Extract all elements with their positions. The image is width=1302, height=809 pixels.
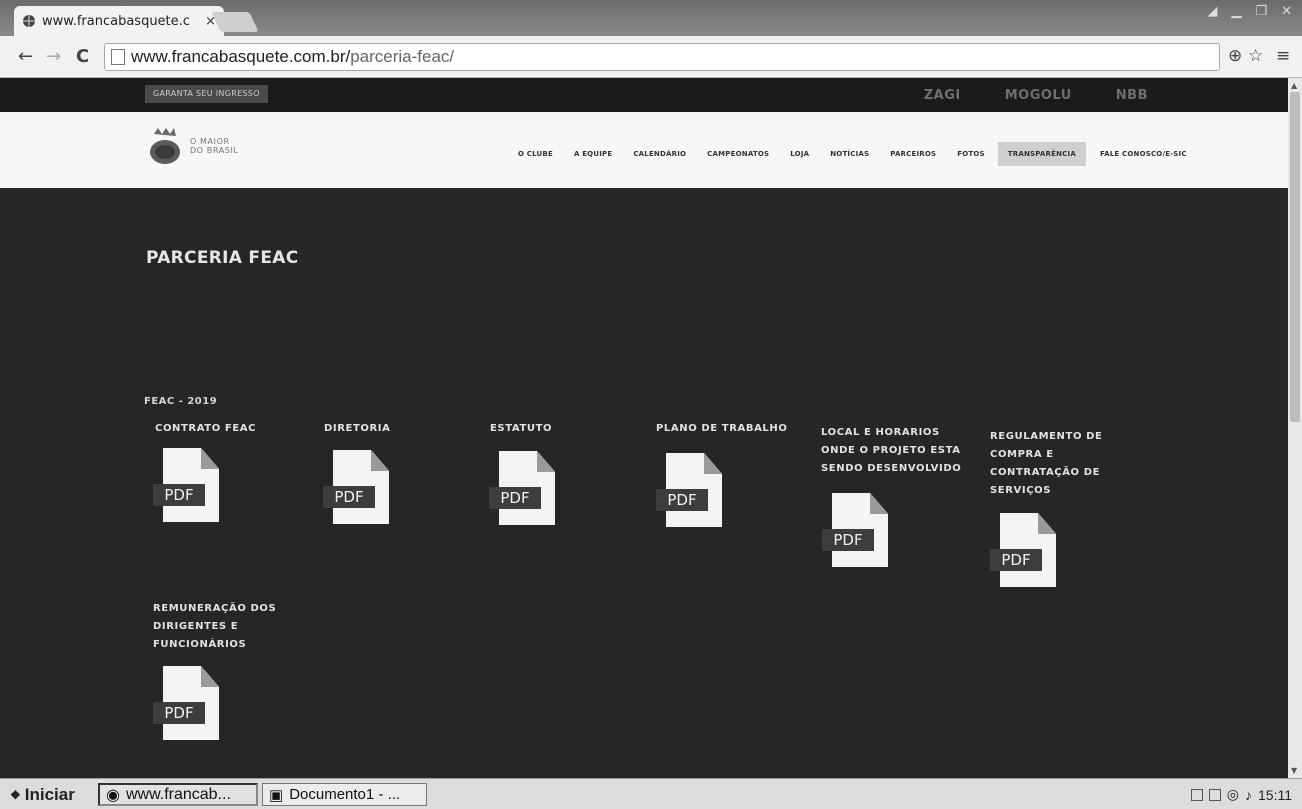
document-title[interactable]: REMUNERAÇÃO DOS DIRIGENTES E FUNCIONÁRIO… xyxy=(153,600,283,654)
logo-slogan: O MAIOR DO BRASIL xyxy=(190,137,239,155)
document-title[interactable]: DIRETORIA xyxy=(324,420,474,438)
basketball-favicon-icon xyxy=(23,15,35,27)
page-icon xyxy=(111,49,125,65)
document-title[interactable]: CONTRATO FEAC xyxy=(155,420,305,438)
section-year-label: FEAC - 2019 xyxy=(144,396,218,407)
bookmark-star-icon[interactable]: ☆ xyxy=(1248,46,1263,66)
sponsor-logo[interactable]: NBB xyxy=(1116,88,1148,103)
menu-item-fale-conosco[interactable]: FALE CONOSCO/E-SIC xyxy=(1100,150,1187,158)
tray-volume-icon[interactable]: ♪ xyxy=(1245,787,1252,803)
taskbar-item-document[interactable]: ▣ Documento1 - ... xyxy=(262,783,427,806)
browser-toolbar: ← → C www.francabasquete.com.br/parceria… xyxy=(0,36,1302,78)
menu-item-loja[interactable]: LOJA xyxy=(790,150,809,158)
menu-item-transparencia[interactable]: TRANSPARÊNCIA xyxy=(997,142,1086,166)
menu-item-noticias[interactable]: NOTÍCIAS xyxy=(830,150,869,158)
url-path: parceria-feac/ xyxy=(350,47,455,66)
new-tab-button[interactable] xyxy=(211,12,259,32)
tray-network-icon[interactable] xyxy=(1208,788,1221,801)
taskbar-item-label: www.francab... xyxy=(125,785,231,803)
menu-item-o-clube[interactable]: O CLUBE xyxy=(518,150,553,158)
document-title[interactable]: ESTATUTO xyxy=(490,420,640,438)
document-item: REGULAMENTO DE COMPRA E CONTRATAÇÃO DE S… xyxy=(990,428,1110,500)
word-document-icon: ▣ xyxy=(269,786,284,804)
url-domain: www.francabasquete.com.br/ xyxy=(131,47,351,66)
sponsor-logo[interactable]: MOGOLU xyxy=(1005,88,1072,103)
browser-tab[interactable]: www.francabasquete.c × xyxy=(14,6,224,36)
page-content: PARCERIA FEAC FEAC - 2019 CONTRATO FEAC … xyxy=(0,188,1288,778)
zoom-icon[interactable]: ⊕ xyxy=(1228,46,1242,66)
menu-item-fotos[interactable]: FOTOS xyxy=(957,150,985,158)
site-top-bar: GARANTA SEU INGRESSO ZAGI MOGOLU NBB xyxy=(0,78,1288,112)
browser-chrome: www.francabasquete.c × ◢ ▁ ❐ ✕ ← → C www… xyxy=(0,0,1302,78)
document-item: CONTRATO FEAC xyxy=(155,420,305,438)
chrome-menu-icon[interactable]: ≡ xyxy=(1276,46,1290,66)
pdf-download-icon[interactable]: PDF xyxy=(990,513,1056,589)
slogan-line: O MAIOR xyxy=(190,137,230,146)
site-logo[interactable]: O MAIOR DO BRASIL xyxy=(148,126,239,166)
start-label: Iniciar xyxy=(24,784,75,804)
sponsor-logo[interactable]: ZAGI xyxy=(924,88,961,103)
pdf-download-icon[interactable]: PDF xyxy=(153,666,219,742)
sponsor-logos: ZAGI MOGOLU NBB xyxy=(924,88,1148,103)
tab-title: www.francabasquete.c xyxy=(42,13,190,29)
forward-arrow-icon[interactable]: → xyxy=(46,46,61,67)
main-menu: O CLUBE A EQUIPE CALENDÁRIO CAMPEONATOS … xyxy=(518,142,1208,166)
pdf-label: PDF xyxy=(990,549,1042,571)
maximize-icon[interactable]: ❐ xyxy=(1255,4,1267,19)
page-title: PARCERIA FEAC xyxy=(146,248,299,268)
pdf-download-icon[interactable]: PDF xyxy=(822,493,888,569)
buy-ticket-button[interactable]: GARANTA SEU INGRESSO xyxy=(145,85,268,103)
pdf-label: PDF xyxy=(656,489,708,511)
system-tray: ◎ ♪ 15:11 xyxy=(1190,783,1292,806)
scrollbar-thumb[interactable] xyxy=(1290,92,1300,422)
menu-item-parceiros[interactable]: PARCEIROS xyxy=(890,150,936,158)
reload-icon[interactable]: C xyxy=(76,46,89,67)
slogan-line: DO BRASIL xyxy=(190,146,239,155)
document-item: ESTATUTO xyxy=(490,420,640,438)
menu-item-calendario[interactable]: CALENDÁRIO xyxy=(633,150,686,158)
page-viewport: GARANTA SEU INGRESSO ZAGI MOGOLU NBB O M… xyxy=(0,78,1288,778)
page-scrollbar[interactable]: ▲ ▼ xyxy=(1288,78,1302,778)
user-icon[interactable]: ◢ xyxy=(1207,4,1217,19)
chrome-icon: ◉ xyxy=(106,786,120,804)
pdf-label: PDF xyxy=(153,484,205,506)
pdf-label: PDF xyxy=(323,486,375,508)
menu-item-campeonatos[interactable]: CAMPEONATOS xyxy=(707,150,769,158)
address-bar[interactable]: www.francabasquete.com.br/parceria-feac/ xyxy=(104,43,1220,71)
pdf-label: PDF xyxy=(153,702,205,724)
document-item: PLANO DE TRABALHO xyxy=(656,420,806,438)
close-window-icon[interactable]: ✕ xyxy=(1281,4,1292,19)
document-title[interactable]: PLANO DE TRABALHO xyxy=(656,420,806,438)
pdf-download-icon[interactable]: PDF xyxy=(656,453,722,529)
document-item: REMUNERAÇÃO DOS DIRIGENTES E FUNCIONÁRIO… xyxy=(153,600,283,654)
club-crest-icon xyxy=(150,128,180,164)
tab-strip: www.francabasquete.c × ◢ ▁ ❐ ✕ xyxy=(0,0,1302,36)
taskbar-item-browser[interactable]: ◉ www.francab... xyxy=(98,783,258,806)
pdf-download-icon[interactable]: PDF xyxy=(489,451,555,527)
menu-item-a-equipe[interactable]: A EQUIPE xyxy=(574,150,612,158)
window-controls: ◢ ▁ ❐ ✕ xyxy=(1207,4,1292,19)
document-title[interactable]: LOCAL E HORARIOS ONDE O PROJETO ESTA SEN… xyxy=(821,424,971,478)
scroll-down-arrow-icon[interactable]: ▼ xyxy=(1291,766,1297,775)
site-navbar: O MAIOR DO BRASIL O CLUBE A EQUIPE CALEN… xyxy=(0,112,1288,188)
document-title[interactable]: REGULAMENTO DE COMPRA E CONTRATAÇÃO DE S… xyxy=(990,428,1110,500)
start-button[interactable]: ❖ Iniciar xyxy=(4,783,81,806)
url-text: www.francabasquete.com.br/parceria-feac/ xyxy=(131,47,454,67)
os-taskbar: ❖ Iniciar ◉ www.francab... ▣ Documento1 … xyxy=(0,778,1302,809)
tray-clock[interactable]: 15:11 xyxy=(1258,787,1292,803)
back-arrow-icon[interactable]: ← xyxy=(18,46,33,67)
document-item: LOCAL E HORARIOS ONDE O PROJETO ESTA SEN… xyxy=(821,424,971,478)
windows-logo-icon: ❖ xyxy=(10,787,21,802)
pdf-download-icon[interactable]: PDF xyxy=(323,450,389,526)
tray-security-icon[interactable]: ◎ xyxy=(1227,786,1239,803)
pdf-label: PDF xyxy=(489,487,541,509)
document-item: DIRETORIA xyxy=(324,420,474,438)
taskbar-item-label: Documento1 - ... xyxy=(289,786,401,803)
pdf-label: PDF xyxy=(822,529,874,551)
minimize-icon[interactable]: ▁ xyxy=(1231,4,1241,19)
pdf-download-icon[interactable]: PDF xyxy=(153,448,219,524)
scroll-up-arrow-icon[interactable]: ▲ xyxy=(1291,81,1297,90)
tray-app-icon[interactable] xyxy=(1190,788,1203,801)
